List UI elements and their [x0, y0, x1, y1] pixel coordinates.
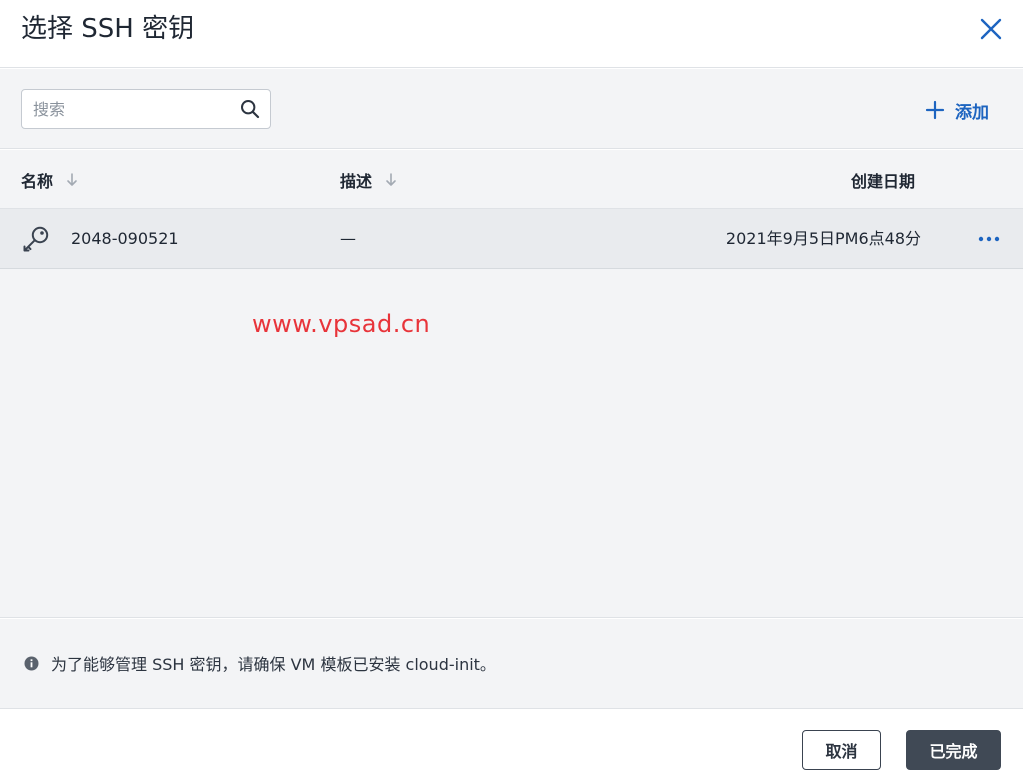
watermark-text: www.vpsad.cn — [252, 310, 431, 338]
column-header-description[interactable]: 描述 — [340, 168, 398, 192]
more-icon — [978, 236, 1000, 242]
sort-arrow-down-icon — [67, 173, 77, 186]
key-description: — — [340, 229, 356, 248]
dialog-title: 选择 SSH 密钥 — [21, 14, 195, 44]
key-created-date: 2021年9月5日PM6点48分 — [725, 229, 921, 248]
column-header-label: 名称 — [21, 172, 54, 191]
column-header-name[interactable]: 名称 — [21, 168, 79, 192]
add-button-label: 添加 — [955, 102, 989, 123]
key-icon — [23, 226, 49, 252]
info-message: 为了能够管理 SSH 密钥，请确保 VM 模板已安装 cloud-init。 — [51, 655, 496, 674]
row-actions-button[interactable] — [976, 229, 1002, 249]
add-button[interactable]: 添加 — [925, 97, 989, 123]
table-header: 名称 描述 创建日期 — [0, 150, 1023, 209]
column-header-label: 创建日期 — [851, 172, 916, 191]
search-box — [21, 89, 271, 129]
key-table: 名称 描述 创建日期 2048-090521 — 2021年9月5日PM6点48… — [0, 150, 1023, 618]
search-input[interactable] — [22, 90, 232, 128]
search-icon[interactable] — [240, 99, 260, 119]
dialog-footer: 取消 已完成 — [0, 710, 1023, 782]
column-header-created[interactable]: 创建日期 — [851, 168, 915, 192]
dialog-header: 选择 SSH 密钥 — [0, 0, 1023, 68]
toolbar: 添加 — [0, 69, 1023, 149]
ssh-key-dialog: 选择 SSH 密钥 添加 名称 — [0, 0, 1023, 782]
column-header-label: 描述 — [340, 172, 373, 191]
sort-arrow-down-icon — [386, 173, 396, 186]
close-icon — [980, 18, 1002, 40]
info-icon — [24, 656, 39, 671]
plus-icon — [925, 100, 945, 120]
close-button[interactable] — [976, 14, 1006, 44]
info-bar: 为了能够管理 SSH 密钥，请确保 VM 模板已安装 cloud-init。 — [0, 619, 1023, 709]
table-row[interactable]: 2048-090521 — 2021年9月5日PM6点48分 — [0, 209, 1023, 269]
cancel-button[interactable]: 取消 — [802, 730, 881, 770]
key-name: 2048-090521 — [71, 229, 179, 248]
done-button[interactable]: 已完成 — [906, 730, 1001, 770]
